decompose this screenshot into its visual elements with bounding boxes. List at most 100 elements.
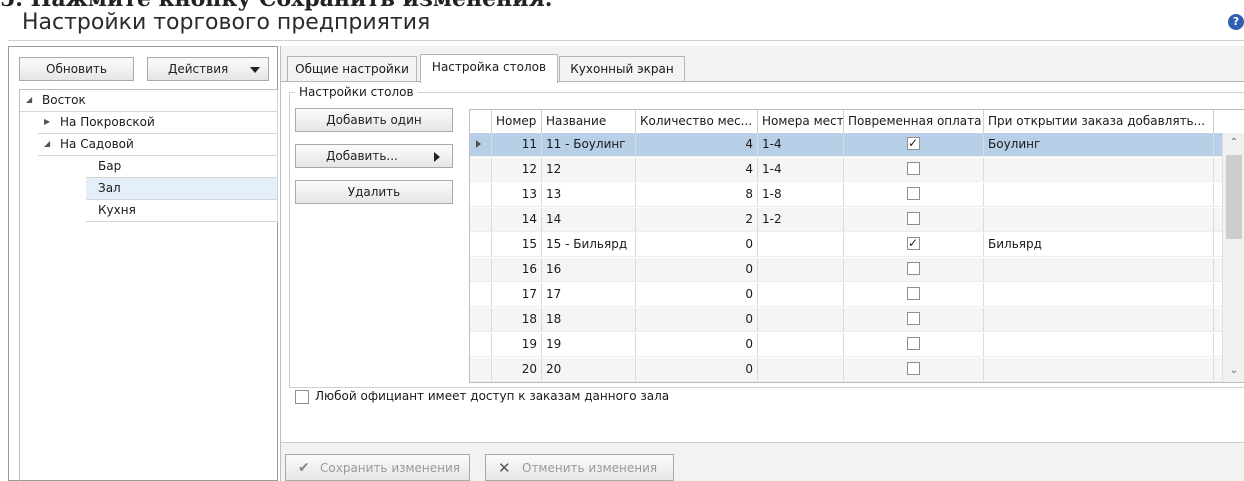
table-row[interactable]: 14 14 2 1-2 <box>470 208 1244 232</box>
timed-payment-cell: ✓ <box>844 233 984 256</box>
cell-number: 18 <box>492 308 542 331</box>
tree-item[interactable]: Бар <box>86 156 278 178</box>
cell-number: 17 <box>492 283 542 306</box>
column-header <box>470 110 492 133</box>
timed-payment-cell <box>844 358 984 381</box>
cell-add-on-open <box>984 183 1214 206</box>
refresh-button[interactable]: Обновить <box>19 57 134 81</box>
cell-seat-numbers: 1-2 <box>758 208 844 231</box>
timed-payment-checkbox[interactable] <box>906 362 920 375</box>
column-header[interactable]: Название <box>542 110 636 133</box>
cell-seat-numbers <box>758 308 844 331</box>
expand-down-icon[interactable]: ◢ <box>26 90 36 110</box>
cell-add-on-open <box>984 258 1214 281</box>
row-indicator-cell <box>470 208 492 231</box>
group-title: Настройки столов <box>295 85 418 99</box>
timed-payment-checkbox[interactable]: ✓ <box>906 237 920 250</box>
table-row[interactable]: 15 15 - Бильярд 0 ✓ Бильярд <box>470 233 1244 257</box>
cell-add-on-open <box>984 308 1214 331</box>
actions-dropdown-button[interactable]: Действия <box>147 57 269 81</box>
table-row[interactable]: 11 11 - Боулинг 4 1-4 ✓ Боулинг <box>470 133 1244 157</box>
title-divider <box>8 40 1244 41</box>
table-row[interactable]: 13 13 8 1-8 <box>470 183 1244 207</box>
column-header[interactable]: Повременная оплата <box>844 110 984 133</box>
tree-item[interactable]: ◢ На Садовой <box>38 134 278 156</box>
scroll-down-icon[interactable]: ⌄ <box>1223 363 1244 379</box>
window-title: Настройки торгового предприятия <box>22 10 431 35</box>
column-header[interactable]: Номер <box>492 110 542 133</box>
footer-divider <box>281 442 1244 443</box>
cell-number: 12 <box>492 158 542 181</box>
tab-kitchen-screen[interactable]: Кухонный экран <box>559 56 685 83</box>
vertical-scrollbar[interactable]: ⌃ ⌄ <box>1222 133 1244 382</box>
timed-payment-cell <box>844 308 984 331</box>
row-indicator-cell <box>470 308 492 331</box>
column-header[interactable]: Количество мес... <box>636 110 758 133</box>
timed-payment-checkbox[interactable] <box>906 312 920 325</box>
timed-payment-checkbox[interactable] <box>906 162 920 175</box>
tree-item-label: Восток <box>42 93 86 107</box>
cell-name: 13 <box>542 183 636 206</box>
tab-table-settings[interactable]: Настройка столов <box>420 54 558 83</box>
cell-seat-numbers <box>758 358 844 381</box>
save-changes-button[interactable]: ✔ Сохранить изменения <box>285 454 470 481</box>
scroll-thumb[interactable] <box>1226 155 1242 239</box>
timed-payment-cell <box>844 183 984 206</box>
column-header[interactable]: Номера мест <box>758 110 844 133</box>
cell-number: 19 <box>492 333 542 356</box>
cell-add-on-open: Бильярд <box>984 233 1214 256</box>
help-icon[interactable]: ? <box>1228 14 1244 30</box>
document-heading: 5. Нажмите кнопку Сохранить изменения. <box>0 0 900 12</box>
any-waiter-checkbox[interactable] <box>295 390 309 404</box>
table-row[interactable]: 16 16 0 <box>470 258 1244 282</box>
tree-item[interactable]: Кухня <box>86 200 278 222</box>
timed-payment-cell <box>844 208 984 231</box>
actions-label: Действия <box>168 62 229 76</box>
cell-number: 13 <box>492 183 542 206</box>
table-row[interactable]: 17 17 0 <box>470 283 1244 307</box>
row-indicator-cell <box>470 283 492 306</box>
add-one-button[interactable]: Добавить один <box>295 108 453 132</box>
timed-payment-checkbox[interactable] <box>906 287 920 300</box>
expand-right-icon[interactable]: ▶ <box>44 112 54 132</box>
cell-number: 20 <box>492 358 542 381</box>
row-indicator-cell <box>470 183 492 206</box>
table-row[interactable]: 12 12 4 1-4 <box>470 158 1244 182</box>
timed-payment-cell <box>844 158 984 181</box>
table-row[interactable]: 18 18 0 <box>470 308 1244 332</box>
cell-add-on-open <box>984 333 1214 356</box>
scroll-up-icon[interactable]: ⌃ <box>1223 135 1244 151</box>
timed-payment-checkbox[interactable] <box>906 262 920 275</box>
column-header[interactable]: При открытии заказа добавлять... <box>984 110 1214 133</box>
row-indicator-cell <box>470 133 492 156</box>
cell-seats: 4 <box>636 133 758 156</box>
tab-general-settings[interactable]: Общие настройки <box>287 56 417 83</box>
table-row[interactable]: 20 20 0 <box>470 358 1244 382</box>
cell-seat-numbers: 1-4 <box>758 133 844 156</box>
timed-payment-checkbox[interactable] <box>906 187 920 200</box>
timed-payment-checkbox[interactable] <box>906 337 920 350</box>
timed-payment-checkbox[interactable] <box>906 212 920 225</box>
left-panel: Обновить Действия ◢ Восток ▶ На Покровской ◢… <box>8 46 278 481</box>
timed-payment-checkbox[interactable]: ✓ <box>906 137 920 150</box>
tree-item[interactable]: Зал <box>86 178 278 200</box>
cell-seats: 0 <box>636 358 758 381</box>
cell-number: 16 <box>492 258 542 281</box>
tree-item-label: На Покровской <box>60 115 155 129</box>
row-indicator-cell <box>470 333 492 356</box>
table-row[interactable]: 19 19 0 <box>470 333 1244 357</box>
cell-seats: 0 <box>636 308 758 331</box>
tree-item[interactable]: ◢ Восток <box>20 90 278 112</box>
cell-name: 14 <box>542 208 636 231</box>
timed-payment-cell: ✓ <box>844 133 984 156</box>
tree-item[interactable]: ▶ На Покровской <box>38 112 278 134</box>
delete-button[interactable]: Удалить <box>295 180 453 204</box>
cell-seat-numbers <box>758 333 844 356</box>
cancel-changes-button[interactable]: ✕ Отменить изменения <box>485 454 674 481</box>
chevron-right-icon <box>434 152 440 162</box>
tables-grid: Номер Название Количество мес... Номера мес… <box>469 109 1244 383</box>
save-label: Сохранить изменения <box>320 460 461 475</box>
checkmark-icon: ✔ <box>298 460 310 476</box>
expand-down-icon[interactable]: ◢ <box>44 134 54 154</box>
add-more-button[interactable]: Добавить... <box>295 144 453 168</box>
